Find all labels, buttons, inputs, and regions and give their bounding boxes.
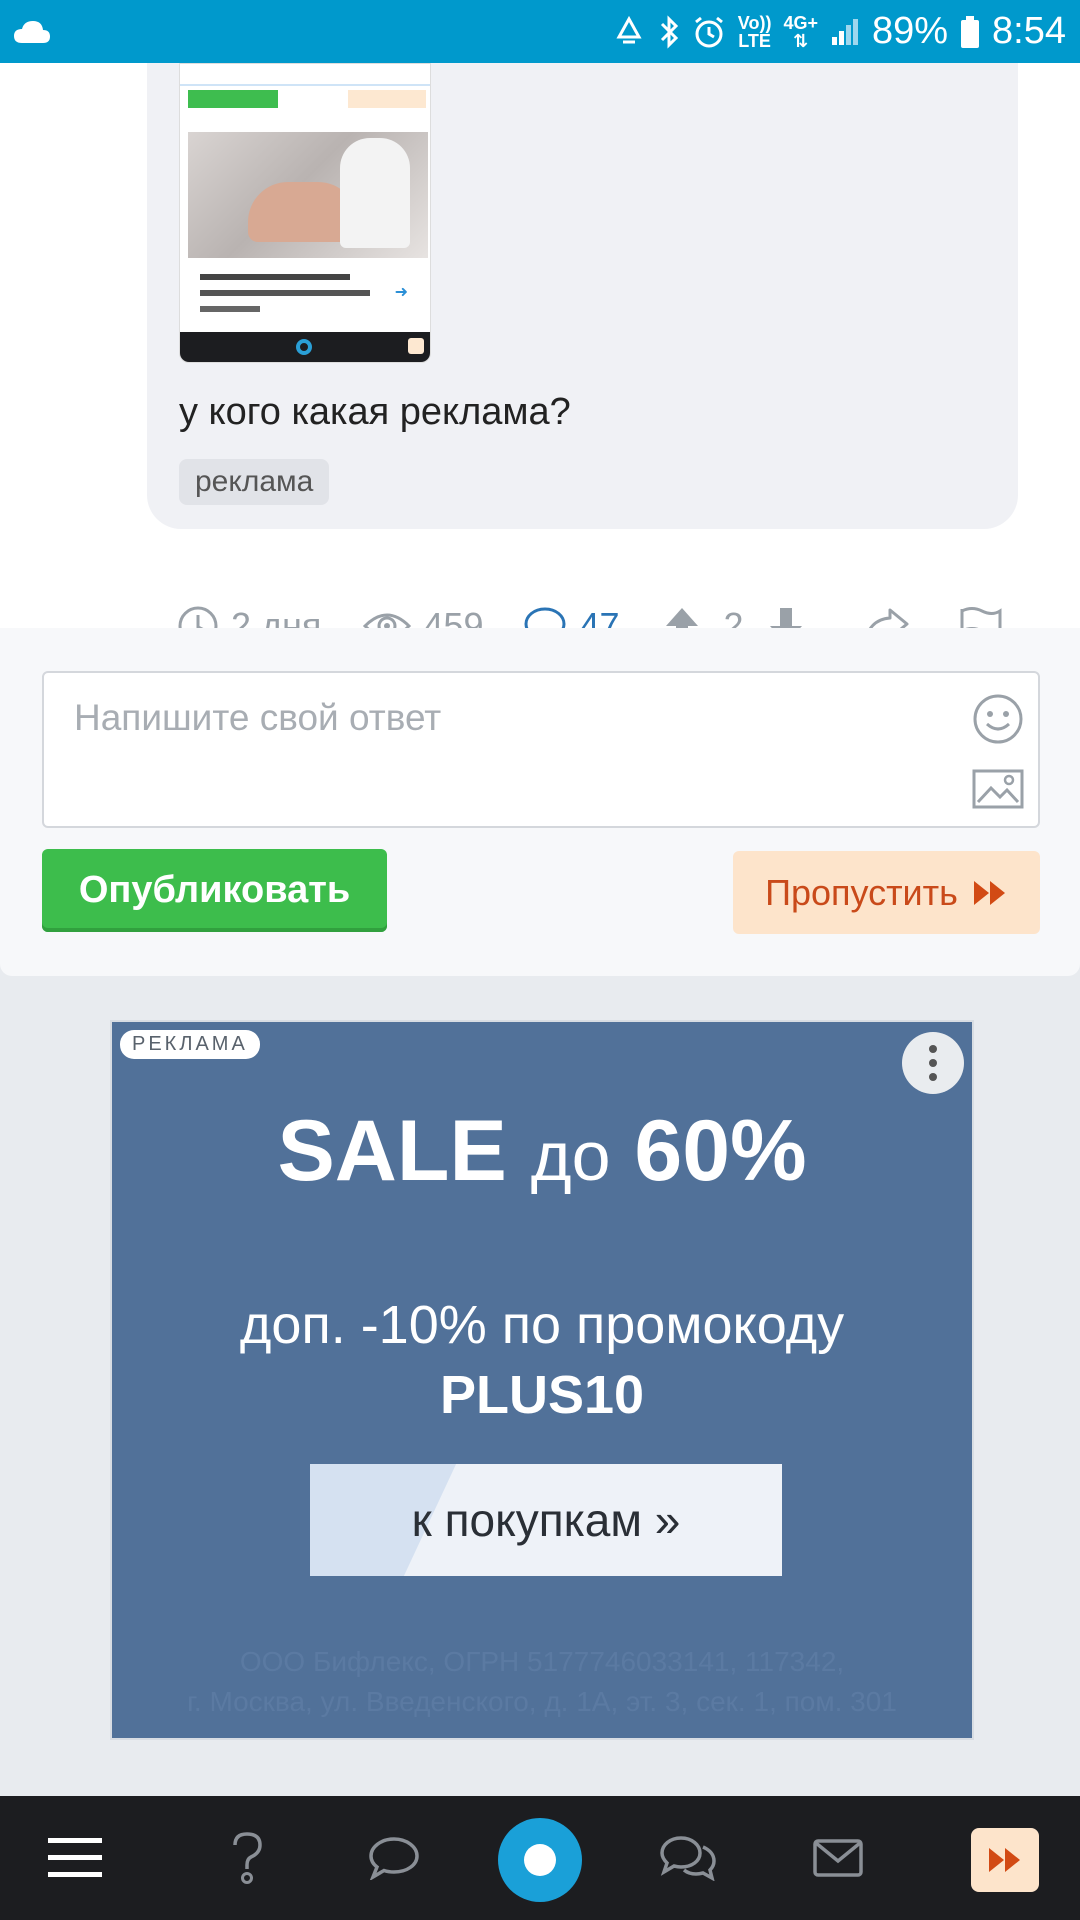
ad-legal-line: ООО Бифлекс, ОГРН 5177746033141, 117342, (239, 1646, 845, 1677)
question-card[interactable]: ➜ у кого какая реклама? реклама (147, 63, 1018, 529)
ad-legal-text: ООО Бифлекс, ОГРН 5177746033141, 117342,… (112, 1642, 972, 1722)
thumb-nav-ff-icon (408, 338, 424, 354)
question-title[interactable]: у кого какая реклама? (179, 391, 571, 434)
hamburger-icon (48, 1838, 102, 1877)
fast-forward-icon (989, 1848, 1020, 1872)
skip-button[interactable]: Пропустить (733, 851, 1040, 934)
answer-input[interactable]: Напишите свой ответ (42, 671, 1040, 828)
thumb-bottom-nav (180, 332, 430, 362)
nav-chats[interactable] (658, 1796, 718, 1920)
cloud-icon (14, 20, 50, 43)
data-type-indicator: 4G+ ⇅ (783, 14, 818, 50)
nav-questions[interactable] (222, 1796, 272, 1920)
thumb-text-line (200, 290, 370, 296)
data-type-label: 4G+ (783, 12, 818, 33)
data-arrows-icon: ⇅ (793, 30, 809, 51)
attached-screenshot[interactable]: ➜ (179, 63, 431, 363)
thumb-publish-button (188, 90, 278, 108)
battery-icon (961, 15, 980, 48)
thumb-ad-image (188, 132, 428, 258)
mail-icon (813, 1839, 863, 1877)
ad-promo-line: доп. -10% по промокоду (239, 1295, 845, 1355)
question-icon (233, 1832, 262, 1884)
publish-button[interactable]: Опубликовать (42, 849, 387, 932)
ad-headline: SALE до 60% (112, 1102, 972, 1201)
ad-promo: доп. -10% по промокоду PLUS10 (112, 1290, 972, 1430)
signal-icon (831, 18, 858, 45)
post-area: ➜ у кого какая реклама? реклама 2 дня 45… (0, 63, 1080, 646)
skip-label: Пропустить (765, 871, 958, 913)
emoji-icon[interactable] (972, 693, 1024, 745)
thumb-skip-button (348, 90, 426, 108)
nav-home[interactable] (498, 1818, 582, 1902)
lte-label: LTE (738, 30, 771, 51)
status-bar: Vo)) LTE 4G+ ⇅ 89% 8:54 (0, 0, 1080, 63)
ad-headline-to: до (530, 1117, 611, 1195)
volte-indicator: Vo)) LTE (738, 14, 772, 50)
battery-percent: 89% (871, 10, 949, 52)
nav-menu[interactable] (40, 1796, 110, 1920)
ad-legal-line: г. Москва, ул. Введенского, д. 1А, эт. 3… (187, 1686, 897, 1717)
recycle-icon (616, 15, 642, 43)
volte-label: Vo)) (737, 12, 772, 33)
alarm-icon (694, 16, 723, 47)
thumb-text-line (200, 306, 260, 312)
nav-answers[interactable] (366, 1796, 422, 1920)
thumb-arrow-icon: ➜ (394, 284, 408, 301)
ad-menu-button[interactable] (902, 1032, 964, 1094)
bluetooth-icon (660, 14, 678, 49)
ad-cta-label: к покупкам » (411, 1494, 681, 1546)
thumb-nav-center-icon (296, 339, 312, 355)
ad-headline-sale: SALE (277, 1103, 507, 1199)
ad-promo-code: PLUS10 (439, 1365, 645, 1425)
thumb-doctor-shape (340, 138, 410, 248)
nav-messages[interactable] (810, 1796, 866, 1920)
thumb-text-line (200, 274, 350, 280)
ad-headline-percent: 60% (634, 1103, 807, 1199)
home-logo-icon (524, 1844, 556, 1876)
bottom-nav (0, 1796, 1080, 1920)
advertisement-banner[interactable]: РЕКЛАМА SALE до 60% доп. -10% по промоко… (110, 1020, 974, 1740)
tag-chip[interactable]: реклама (179, 459, 330, 505)
chat-bubbles-icon (660, 1836, 716, 1881)
nav-skip[interactable] (971, 1828, 1039, 1892)
answer-area: Напишите свой ответ Опубликовать Пропуст… (0, 628, 1080, 976)
thumb-input (180, 64, 430, 86)
comment-icon (369, 1837, 419, 1880)
fast-forward-icon (973, 880, 1005, 905)
image-icon[interactable] (972, 769, 1024, 809)
ad-cta-button[interactable]: к покупкам » (310, 1464, 782, 1576)
clock: 8:54 (992, 10, 1066, 52)
ad-label: РЕКЛАМА (120, 1030, 260, 1059)
answer-placeholder: Напишите свой ответ (74, 697, 442, 738)
more-vertical-icon (929, 1045, 937, 1081)
